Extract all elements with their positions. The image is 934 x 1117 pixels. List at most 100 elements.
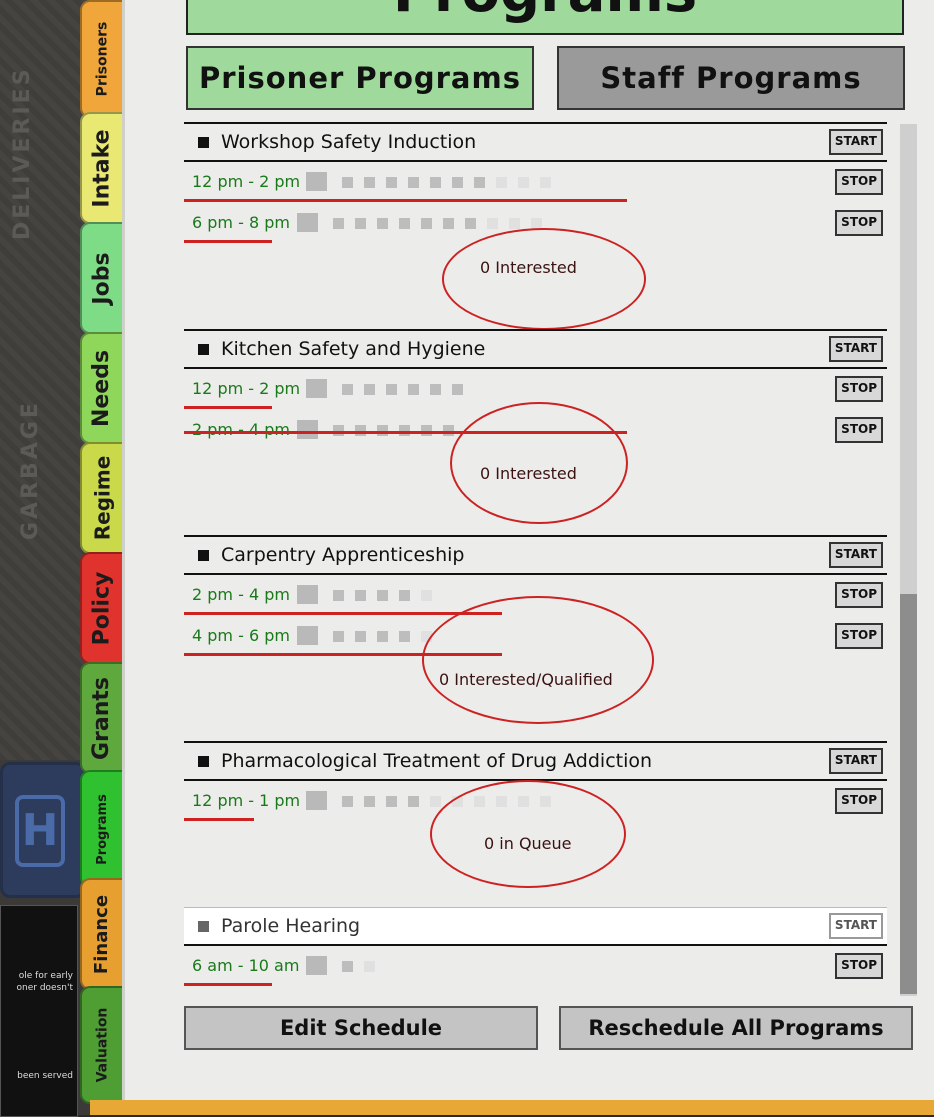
program-header: Kitchen Safety and Hygiene START <box>184 329 887 369</box>
slot-marker <box>376 218 388 229</box>
bullet-icon <box>198 920 209 932</box>
session-row: 6 am - 10 am STOP <box>184 947 887 986</box>
stop-button[interactable]: STOP <box>835 582 883 608</box>
session-time: 12 pm - 2 pm <box>192 172 301 191</box>
reschedule-all-button[interactable]: Reschedule All Programs <box>559 1006 913 1050</box>
slot-marker <box>385 796 397 807</box>
tab-grants[interactable]: Grants <box>80 662 124 774</box>
tab-label: Jobs <box>89 251 115 305</box>
slot-marker <box>442 218 454 229</box>
stop-button[interactable]: STOP <box>835 376 883 402</box>
tab-label: Finance <box>91 894 113 974</box>
stop-button[interactable]: STOP <box>835 210 883 236</box>
start-button[interactable]: START <box>828 913 883 939</box>
slot-marker <box>429 177 441 188</box>
slot-marker <box>332 590 344 601</box>
red-underline <box>184 240 272 243</box>
program-status: 0 Interested <box>480 258 577 277</box>
scrollbar-thumb[interactable] <box>900 594 917 994</box>
stop-button[interactable]: STOP <box>835 623 883 649</box>
slot-marker <box>354 631 366 642</box>
session-time: 2 pm - 4 pm <box>192 420 290 439</box>
slot-marker <box>451 384 463 395</box>
slot-marker <box>407 177 419 188</box>
edit-schedule-button[interactable]: Edit Schedule <box>184 1006 538 1050</box>
program-list: Workshop Safety Induction START 12 pm - 2 … <box>184 122 891 997</box>
game-background: GARBAGE DELIVERIES H ole for early oner … <box>0 0 90 1117</box>
stop-button[interactable]: STOP <box>835 169 883 195</box>
red-underline <box>184 199 627 202</box>
slot-marker <box>407 384 419 395</box>
slot-marker <box>376 631 388 642</box>
session-time: 6 pm - 8 pm <box>192 213 290 232</box>
session-time: 12 pm - 2 pm <box>192 379 301 398</box>
stop-button[interactable]: STOP <box>835 953 883 979</box>
stop-button[interactable]: STOP <box>835 417 883 443</box>
red-circle-annotation <box>450 402 628 524</box>
slot-marker <box>464 218 476 229</box>
tab-prisoner-programs[interactable]: Prisoner Programs <box>186 46 534 110</box>
program-name: Parole Hearing <box>221 915 361 937</box>
slot-marker <box>363 796 375 807</box>
map-label-garbage: GARBAGE <box>18 400 43 540</box>
scrollbar[interactable] <box>900 124 917 996</box>
slot-marker <box>429 796 441 807</box>
slot-marker <box>385 384 397 395</box>
slot-marker <box>508 218 520 229</box>
slot-marker <box>420 590 432 601</box>
tab-staff-programs[interactable]: Staff Programs <box>557 46 905 110</box>
tab-jobs[interactable]: Jobs <box>80 222 124 334</box>
tab-label: Needs <box>89 349 115 427</box>
tab-label: Grants <box>89 676 115 760</box>
slot-marker <box>517 177 529 188</box>
slot-marker <box>407 796 419 807</box>
session-block <box>305 172 327 191</box>
start-button[interactable]: START <box>828 336 883 362</box>
session-time: 6 am - 10 am <box>192 956 300 975</box>
start-button[interactable]: START <box>828 129 883 155</box>
session-row: 12 pm - 2 pm STOP <box>184 163 887 202</box>
slot-marker <box>354 590 366 601</box>
tab-prisoners[interactable]: Prisoners <box>80 0 124 118</box>
tab-valuation[interactable]: Valuation <box>80 986 124 1104</box>
session-time: 12 pm - 1 pm <box>192 791 301 810</box>
slot-marker <box>341 384 353 395</box>
slot-marker <box>451 177 463 188</box>
slot-marker <box>429 384 441 395</box>
slot-marker <box>376 590 388 601</box>
slot-marker <box>495 177 507 188</box>
session-block <box>305 379 327 398</box>
session-block <box>296 213 318 232</box>
slot-marker <box>385 177 397 188</box>
message-line: been served <box>17 1071 73 1081</box>
session-time: 2 pm - 4 pm <box>192 585 290 604</box>
tab-intake[interactable]: Intake <box>80 112 124 224</box>
start-button[interactable]: START <box>828 542 883 568</box>
slot-marker <box>363 177 375 188</box>
start-button[interactable]: START <box>828 748 883 774</box>
page-title: Programs <box>186 0 904 35</box>
session-block <box>296 420 318 439</box>
program-name: Pharmacological Treatment of Drug Addict… <box>221 750 653 772</box>
bullet-icon <box>198 755 209 767</box>
tab-label: Prisoners <box>94 21 110 97</box>
program-name: Carpentry Apprenticeship <box>221 544 465 566</box>
session-block <box>305 956 327 975</box>
slot-marker <box>363 384 375 395</box>
red-underline <box>184 983 272 986</box>
stop-button[interactable]: STOP <box>835 788 883 814</box>
tab-regime[interactable]: Regime <box>80 442 124 554</box>
program-name: Kitchen Safety and Hygiene <box>221 338 486 360</box>
bullet-icon <box>198 549 209 561</box>
tab-label: Regime <box>90 455 115 541</box>
tab-needs[interactable]: Needs <box>80 332 124 444</box>
tab-policy[interactable]: Policy <box>80 552 124 664</box>
message-line: ole for early <box>18 971 73 981</box>
map-label-deliveries: DELIVERIES <box>10 66 35 240</box>
message-log: ole for early oner doesn't been served <box>0 905 78 1117</box>
slot-marker <box>398 218 410 229</box>
tab-programs[interactable]: Programs <box>80 770 124 888</box>
program-status: 0 in Queue <box>484 834 572 853</box>
ground-strip <box>90 1100 934 1115</box>
tab-finance[interactable]: Finance <box>80 878 124 990</box>
